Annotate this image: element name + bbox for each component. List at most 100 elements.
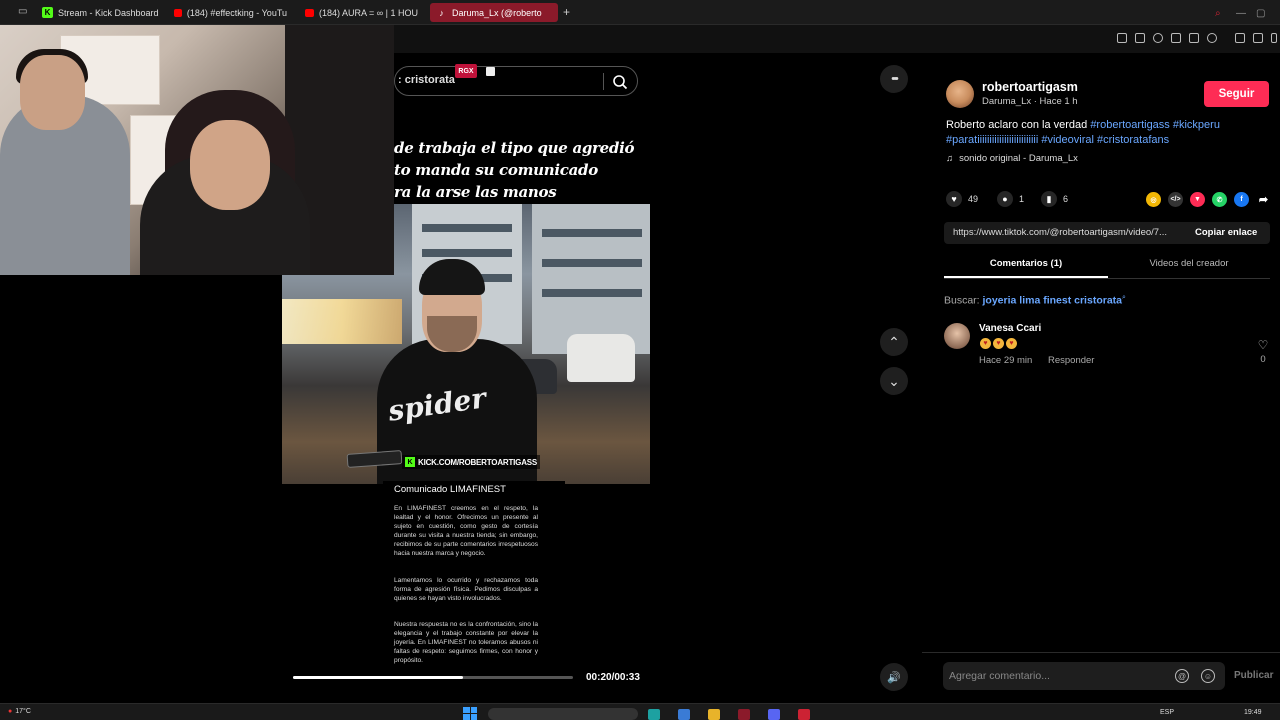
video-caption-line: to manda su comunicado: [394, 161, 598, 179]
youtube-icon: [174, 8, 182, 17]
music-note-icon: ♫: [946, 153, 954, 164]
related-search-query[interactable]: joyeria lima finest cristorata: [983, 295, 1122, 307]
screenshot-icon[interactable]: [1135, 33, 1145, 43]
new-tab-button[interactable]: +: [563, 5, 570, 19]
emoji-icon[interactable]: ☺: [1201, 669, 1215, 683]
statement-title: Comunicado LIMAFINEST: [394, 484, 506, 495]
tab-youtube-effectking[interactable]: (184) #effectking - YouTu: [168, 3, 293, 22]
weather-widget[interactable]: ● 17°C: [8, 708, 31, 715]
minimize-icon[interactable]: —: [1236, 8, 1246, 19]
discord-icon[interactable]: [768, 709, 780, 720]
tab-youtube-aura[interactable]: (184) AURA = ∞ | 1 HOU: [299, 3, 424, 22]
windows-start-icon[interactable]: [463, 707, 477, 720]
composer-divider: [922, 652, 1280, 653]
comment-text: ♥ ♥ ♥: [980, 338, 1017, 349]
shield-icon[interactable]: [1153, 33, 1163, 43]
related-search[interactable]: Buscar: joyeria lima finest cristorata⌕: [944, 294, 1126, 307]
avatar[interactable]: [946, 80, 974, 108]
tab-kick-dashboard[interactable]: K Stream - Kick Dashboard: [36, 3, 166, 22]
post-subline: Daruma_Lx · Hace 1 h: [982, 96, 1078, 107]
video-progress-bar[interactable]: [293, 676, 573, 679]
tab-list-icon[interactable]: ▭: [18, 6, 27, 17]
edge-icon[interactable]: [648, 709, 660, 720]
statement-paragraph: Lamentamos lo ocurrido y rechazamos toda…: [394, 577, 538, 602]
comment-stat[interactable]: ● 1: [997, 191, 1024, 207]
webcam-overlay: [0, 25, 394, 275]
save-stat[interactable]: ▮ 6: [1041, 191, 1068, 207]
heart-icon: ♥: [946, 191, 962, 207]
video-caption-line: de trabaja el tipo que agredió: [394, 139, 635, 157]
kick-icon: K: [42, 7, 53, 18]
heart-eyes-emoji-icon: ♥: [1006, 338, 1017, 349]
video-url[interactable]: https://www.tiktok.com/@robertoartigasm/…: [953, 227, 1167, 238]
profile-icon[interactable]: [1235, 33, 1245, 43]
tiktok-icon: ♪: [439, 7, 444, 18]
maximize-icon[interactable]: ▢: [1256, 8, 1265, 19]
browser-tab-bar: ▭ K Stream - Kick Dashboard (184) #effec…: [0, 0, 1280, 25]
follow-button[interactable]: Seguir: [1204, 81, 1269, 107]
weather-temp: 17°C: [15, 708, 31, 715]
previous-video-button[interactable]: ⌃: [880, 328, 908, 356]
kick-watermark: K KICK.COM/ROBERTOARTIGASS: [402, 455, 541, 469]
search-tabs-icon[interactable]: ⌕: [1215, 8, 1221, 19]
tab-tiktok-daruma[interactable]: ♪ Daruma_Lx (@roberto: [430, 3, 558, 22]
taskbar-clock[interactable]: 19:49: [1244, 709, 1262, 716]
reply-button[interactable]: Responder: [1048, 355, 1094, 366]
translate-icon[interactable]: [1189, 33, 1199, 43]
next-video-button[interactable]: ⌄: [880, 367, 908, 395]
tab-comments[interactable]: Comentarios (1): [944, 258, 1108, 269]
comment-like-icon[interactable]: ♡: [1255, 338, 1271, 352]
taskbar: [0, 703, 1280, 720]
weather-icon: ●: [8, 708, 13, 715]
bookmark-icon[interactable]: [1117, 33, 1127, 43]
heart-eyes-emoji-icon: ♥: [980, 338, 991, 349]
copy-link-button[interactable]: Copiar enlace: [1195, 227, 1257, 238]
comment-time: Hace 29 min: [979, 355, 1033, 366]
taskbar-search[interactable]: [488, 708, 638, 720]
publish-button[interactable]: Publicar: [1234, 670, 1273, 681]
description-text: Roberto aclaro con la verdad: [946, 119, 1091, 131]
share-arrow-icon[interactable]: ➦: [1256, 192, 1271, 207]
volume-icon: 🔊: [887, 671, 901, 684]
comment-icon: ●: [997, 191, 1013, 207]
whatsapp-icon[interactable]: ✆: [1212, 192, 1227, 207]
video-progress-fill: [293, 676, 463, 679]
chevron-up-icon: ⌃: [888, 333, 900, 350]
tab-label: (184) AURA = ∞ | 1 HOU: [318, 7, 418, 18]
kick-icon: K: [405, 457, 415, 467]
comment-count: 1: [1019, 194, 1025, 204]
tab-label: (184) #effectking - YouTu: [186, 7, 287, 18]
save-count: 6: [1063, 194, 1069, 204]
embed-icon[interactable]: </>: [1168, 192, 1183, 207]
app-icon[interactable]: [678, 709, 690, 720]
app-icon[interactable]: [798, 709, 810, 720]
video-caption-line: ra la arse las manos: [394, 183, 557, 201]
language-indicator[interactable]: ESP: [1160, 709, 1174, 716]
video-time: 00:20/00:33: [586, 672, 640, 683]
bookmark-icon: ▮: [1041, 191, 1057, 207]
volume-button[interactable]: 🔊: [880, 663, 908, 691]
heart-icon[interactable]: [1207, 33, 1217, 43]
commenter-avatar[interactable]: [944, 323, 970, 349]
mention-icon[interactable]: @: [1175, 669, 1189, 683]
sound-link[interactable]: ♫ sonido original - Daruma_Lx: [946, 153, 1078, 164]
like-stat[interactable]: ♥ 49: [946, 191, 978, 207]
search-icon: ⌕: [1122, 294, 1126, 301]
search-icon: [613, 75, 628, 90]
commenter-name[interactable]: Vanesa Ccari: [979, 323, 1041, 334]
folder-icon[interactable]: [708, 709, 720, 720]
coin-share-icon[interactable]: ◎: [1146, 192, 1161, 207]
send-icon[interactable]: ▼: [1190, 192, 1205, 207]
facebook-icon[interactable]: f: [1234, 192, 1249, 207]
download-icon[interactable]: [1253, 33, 1263, 43]
post-username[interactable]: robertoartigasm: [982, 80, 1078, 94]
menu-icon[interactable]: [1271, 33, 1277, 43]
related-search-label: Buscar:: [944, 294, 983, 307]
like-count: 49: [968, 194, 979, 204]
browser-icon[interactable]: [738, 709, 750, 720]
tab-creator-videos[interactable]: Videos del creador: [1108, 258, 1270, 269]
more-options-button[interactable]: •••: [880, 65, 908, 93]
read-mode-icon[interactable]: [1171, 33, 1181, 43]
more-icon: •••: [891, 73, 898, 85]
tab-label: Daruma_Lx (@roberto: [452, 7, 542, 18]
